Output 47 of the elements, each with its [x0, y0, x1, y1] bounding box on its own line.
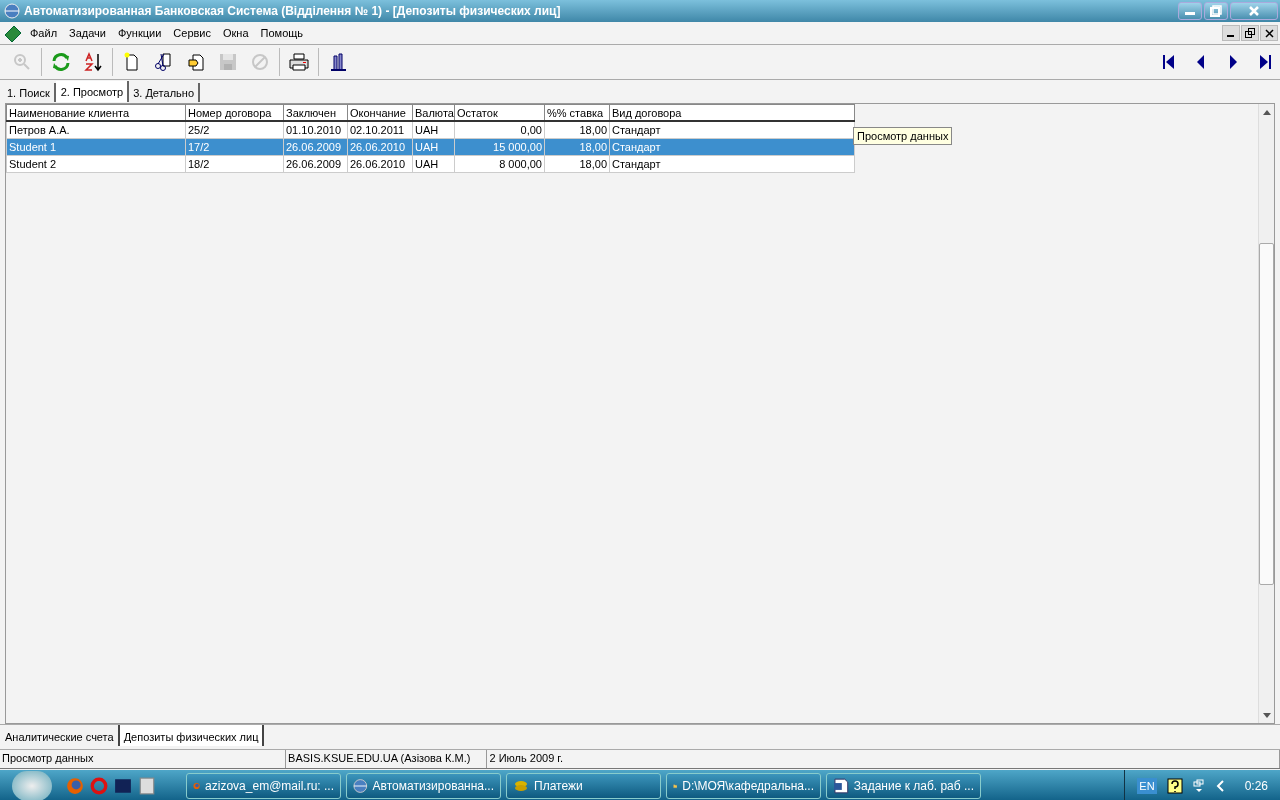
clock: 0:26 — [1244, 779, 1268, 793]
restore-button[interactable] — [1241, 25, 1259, 41]
close-button[interactable] — [1260, 25, 1278, 41]
tooltip: Просмотр данных — [853, 127, 953, 145]
column-header[interactable]: Окончание — [347, 104, 413, 121]
column-header[interactable]: %% ставка — [544, 104, 610, 121]
taskbar-button[interactable]: Автоматизированна... — [346, 773, 501, 799]
minimize-button[interactable] — [1222, 25, 1240, 41]
taskbar-button[interactable]: D:\МОЯ\кафедральна... — [666, 773, 821, 799]
menu-item[interactable]: Функции — [112, 27, 168, 39]
coins-icon — [513, 778, 529, 794]
column-header[interactable]: Валюта — [412, 104, 455, 121]
calculator-icon[interactable] — [138, 777, 156, 795]
taskbar-button[interactable]: azizova_em@mail.ru: ... — [186, 773, 341, 799]
sort-icon[interactable] — [81, 50, 105, 74]
menu-item[interactable]: Окна — [217, 27, 255, 39]
column-header[interactable]: Наименование клиента — [6, 104, 186, 121]
windows-icon[interactable] — [1192, 779, 1205, 793]
window-title: Автоматизированная Банковская Система (Відділення № 1) - [Депозиты физических лиц] — [24, 4, 562, 18]
taskbar-button[interactable]: Платежи — [506, 773, 661, 799]
start-button[interactable] — [12, 771, 52, 800]
scrollbar[interactable] — [1258, 104, 1274, 723]
menu-item[interactable]: Задачи — [63, 27, 112, 39]
status-text: BASIS.KSUE.EDU.UA (Азізова К.М.) — [286, 750, 488, 768]
globe-icon — [353, 778, 368, 794]
close-icon — [1264, 28, 1274, 38]
restore-icon — [1245, 28, 1255, 38]
status-text: 2 Июль 2009 г. — [487, 750, 1280, 768]
chevron-icon[interactable] — [1214, 780, 1225, 792]
status-text: Просмотр данных — [0, 750, 287, 768]
document-icon — [833, 778, 849, 794]
column-header[interactable]: Вид договора — [609, 104, 855, 121]
column-header[interactable]: Заключен — [283, 104, 348, 121]
taskbar-button[interactable]: Задание к лаб. раб ... — [826, 773, 981, 799]
tab[interactable]: 2. Просмотр — [55, 81, 130, 102]
menu-item[interactable]: Помощь — [254, 27, 310, 39]
restore-icon — [1210, 5, 1222, 17]
scroll-thumb[interactable] — [1259, 242, 1274, 585]
close-icon — [1248, 5, 1260, 17]
print-icon[interactable] — [287, 50, 311, 74]
menu-item[interactable]: Сервис — [167, 27, 217, 39]
column-header[interactable]: Остаток — [454, 104, 545, 121]
tab[interactable]: Депозиты физических лиц — [119, 725, 265, 746]
globe-icon — [4, 3, 20, 19]
help-icon[interactable] — [1166, 778, 1183, 794]
column-header[interactable]: Номер договора — [185, 104, 284, 121]
menu-item[interactable]: Файл — [24, 27, 64, 39]
